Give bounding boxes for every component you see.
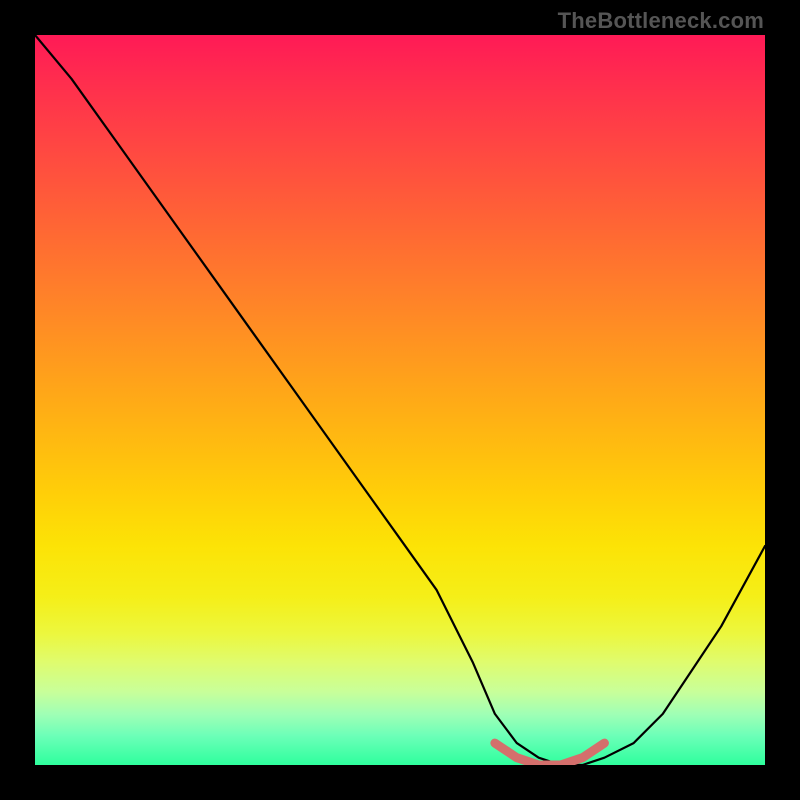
watermark-text: TheBottleneck.com <box>558 8 764 34</box>
bottleneck-chart: TheBottleneck.com <box>0 0 800 800</box>
plot-gradient-background <box>35 35 765 765</box>
